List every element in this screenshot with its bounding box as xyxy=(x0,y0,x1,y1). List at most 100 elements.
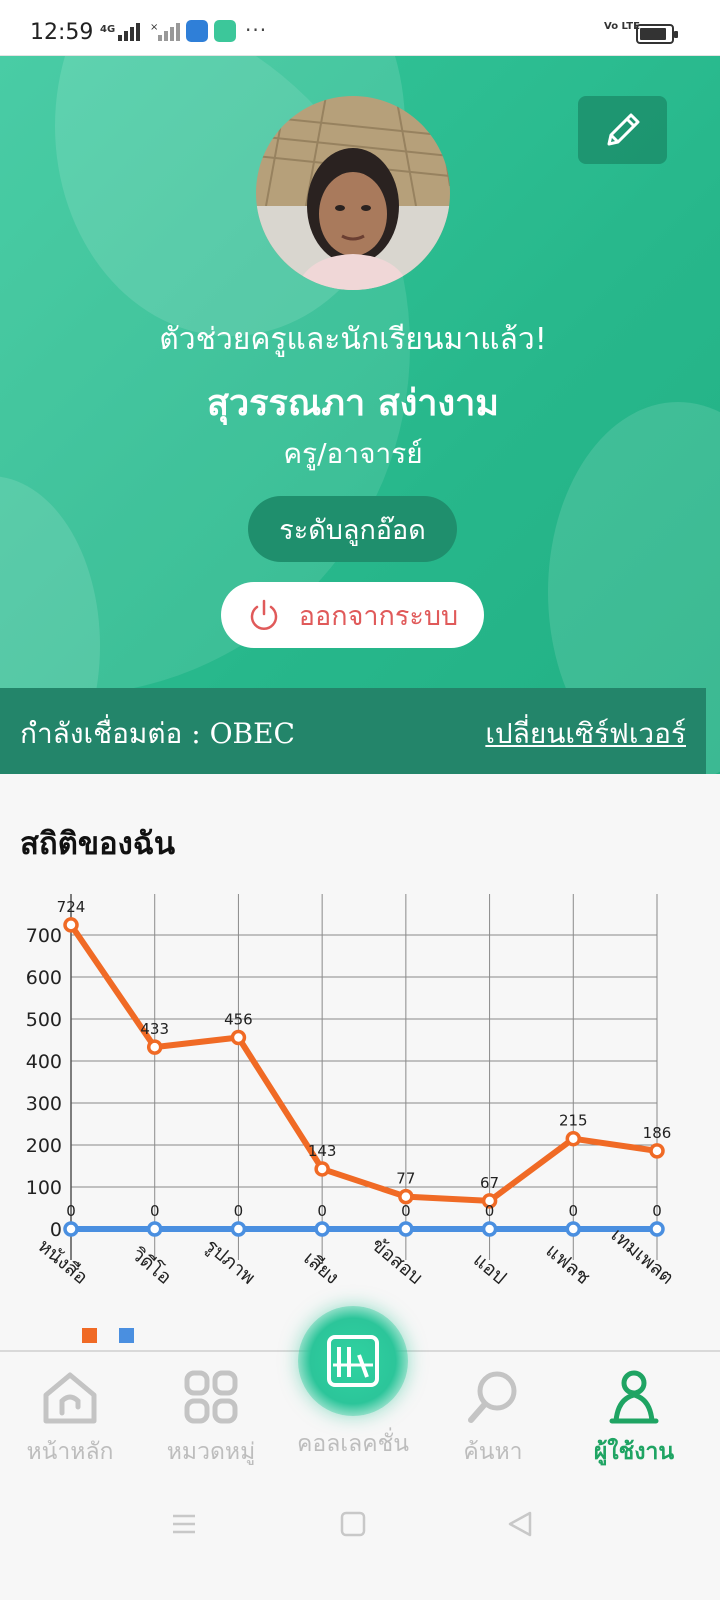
server-bar: กำลังเชื่อมต่อ : OBEC เปลี่ยนเซิร์ฟเวอร์ xyxy=(0,688,706,774)
data-point xyxy=(649,1143,665,1159)
nav-user-label: ผู้ใช้งาน xyxy=(593,1439,675,1465)
data-point xyxy=(565,1221,582,1237)
change-server-link[interactable]: เปลี่ยนเซิร์ฟเวอร์ xyxy=(485,712,686,756)
data-label: 724 xyxy=(57,898,86,916)
data-label: 0 xyxy=(317,1202,327,1220)
data-label: 143 xyxy=(308,1142,337,1160)
home-square-icon[interactable] xyxy=(339,1510,367,1538)
battery-icon xyxy=(636,24,678,44)
data-label: 186 xyxy=(643,1124,672,1142)
nav-home-label: หน้าหลัก xyxy=(26,1439,114,1465)
x-tick-label: หนังสือ xyxy=(33,1235,91,1289)
data-point xyxy=(63,917,79,933)
data-label: 0 xyxy=(66,1202,76,1220)
data-label: 0 xyxy=(569,1202,579,1220)
data-point xyxy=(146,1221,163,1237)
nav-search[interactable]: ค้นหา xyxy=(423,1362,563,1470)
x-tick-label: วิดีโอ xyxy=(127,1242,176,1289)
cleaner-app-icon xyxy=(186,20,208,42)
legend-swatch xyxy=(82,1328,97,1343)
pencil-icon xyxy=(607,113,639,146)
power-icon xyxy=(250,599,278,630)
level-label: ระดับลูกอ๊อด xyxy=(279,514,426,546)
y-tick-label: 700 xyxy=(26,925,62,947)
y-tick-label: 500 xyxy=(26,1009,62,1031)
data-label: 0 xyxy=(234,1202,244,1220)
signal-off-icon: × xyxy=(150,22,180,41)
x-tick-label: เทมเพลต xyxy=(607,1224,678,1289)
collection-icon xyxy=(327,1335,379,1387)
data-point xyxy=(481,1221,498,1237)
status-bar: 12:59 4G × ··· Vo LTE xyxy=(0,0,720,56)
data-point xyxy=(398,1221,414,1237)
avatar-photo xyxy=(256,96,450,290)
status-time: 12:59 xyxy=(30,20,94,45)
collection-fab[interactable] xyxy=(298,1306,408,1416)
more-notifications-icon: ··· xyxy=(245,18,268,42)
network-type: 4G xyxy=(100,24,116,35)
menu-icon[interactable] xyxy=(170,1510,198,1538)
avatar[interactable] xyxy=(256,96,450,290)
signal-icon xyxy=(118,23,140,41)
data-label: 215 xyxy=(559,1112,588,1130)
data-label: 456 xyxy=(224,1010,253,1028)
app-notification-icon xyxy=(214,20,236,42)
legend-swatch xyxy=(119,1328,134,1343)
x-tick-label: แอป xyxy=(469,1249,511,1289)
data-point xyxy=(314,1221,330,1237)
x-tick-label: รูปภาพ xyxy=(201,1235,260,1289)
user-icon xyxy=(609,1370,659,1424)
y-tick-label: 400 xyxy=(26,1051,62,1073)
x-tick-label: ข้อสอบ xyxy=(367,1234,427,1289)
logout-label: ออกจากระบบ xyxy=(298,600,459,632)
data-label: 0 xyxy=(652,1202,662,1220)
welcome-text: ตัวช่วยครูและนักเรียนมาแล้ว! xyxy=(159,322,547,357)
svg-text:×: × xyxy=(150,22,158,33)
category-icon xyxy=(184,1370,238,1424)
status-icons: × xyxy=(118,20,236,42)
data-label: 0 xyxy=(485,1202,495,1220)
y-tick-label: 100 xyxy=(26,1177,62,1199)
search-icon xyxy=(468,1371,517,1423)
user-role: ครู/อาจารย์ xyxy=(283,437,423,470)
data-point xyxy=(398,1188,414,1205)
data-label: 67 xyxy=(480,1174,499,1192)
data-point xyxy=(230,1221,247,1237)
data-point xyxy=(565,1130,582,1147)
y-tick-label: 200 xyxy=(26,1135,62,1157)
data-point xyxy=(314,1161,330,1177)
stats-title: สถิติของฉัน xyxy=(20,826,176,862)
y-tick-label: 600 xyxy=(26,967,62,989)
level-button[interactable]: ระดับลูกอ๊อด xyxy=(248,496,457,562)
data-point xyxy=(146,1039,163,1055)
app-screen: 12:59 4G × ··· Vo LTE ตัวช่วยครูและนักเร… xyxy=(0,0,720,1600)
system-nav-bar xyxy=(0,1480,720,1600)
data-label: 0 xyxy=(401,1202,411,1220)
y-tick-label: 300 xyxy=(26,1093,62,1115)
x-tick-label: เสียง xyxy=(299,1247,343,1289)
data-point xyxy=(230,1029,247,1046)
home-icon xyxy=(43,1372,97,1424)
nav-user[interactable]: ผู้ใช้งาน xyxy=(564,1362,704,1470)
user-name: สุวรรณภา สง่างาม xyxy=(206,383,500,424)
data-label: 433 xyxy=(140,1020,169,1038)
stats-chart: 010020030040050060070072443345614377 6721… xyxy=(26,894,678,1343)
nav-home[interactable]: หน้าหลัก xyxy=(0,1362,140,1470)
nav-search-label: ค้นหา xyxy=(463,1439,523,1465)
nav-category-label: หมวดหมู่ xyxy=(166,1439,256,1465)
profile-header: ตัวช่วยครูและนักเรียนมาแล้ว! สุวรรณภา สง… xyxy=(0,56,720,774)
data-label: 77 xyxy=(396,1170,415,1188)
x-tick-label: แฟลช xyxy=(542,1240,595,1289)
edit-profile-button[interactable] xyxy=(578,96,667,164)
data-label: 0 xyxy=(150,1202,160,1220)
data-point xyxy=(63,1221,79,1237)
series-line xyxy=(68,921,660,1204)
volte-indicator: Vo LTE xyxy=(604,21,640,32)
battery-fill xyxy=(640,28,666,40)
back-icon[interactable] xyxy=(506,1510,534,1538)
nav-collection-label[interactable]: คอลเลคชั่น xyxy=(280,1426,426,1462)
data-point xyxy=(649,1221,665,1237)
logout-button[interactable]: ออกจากระบบ xyxy=(221,582,484,648)
nav-category[interactable]: หมวดหมู่ xyxy=(141,1362,281,1470)
server-status: กำลังเชื่อมต่อ : OBEC xyxy=(20,717,295,750)
